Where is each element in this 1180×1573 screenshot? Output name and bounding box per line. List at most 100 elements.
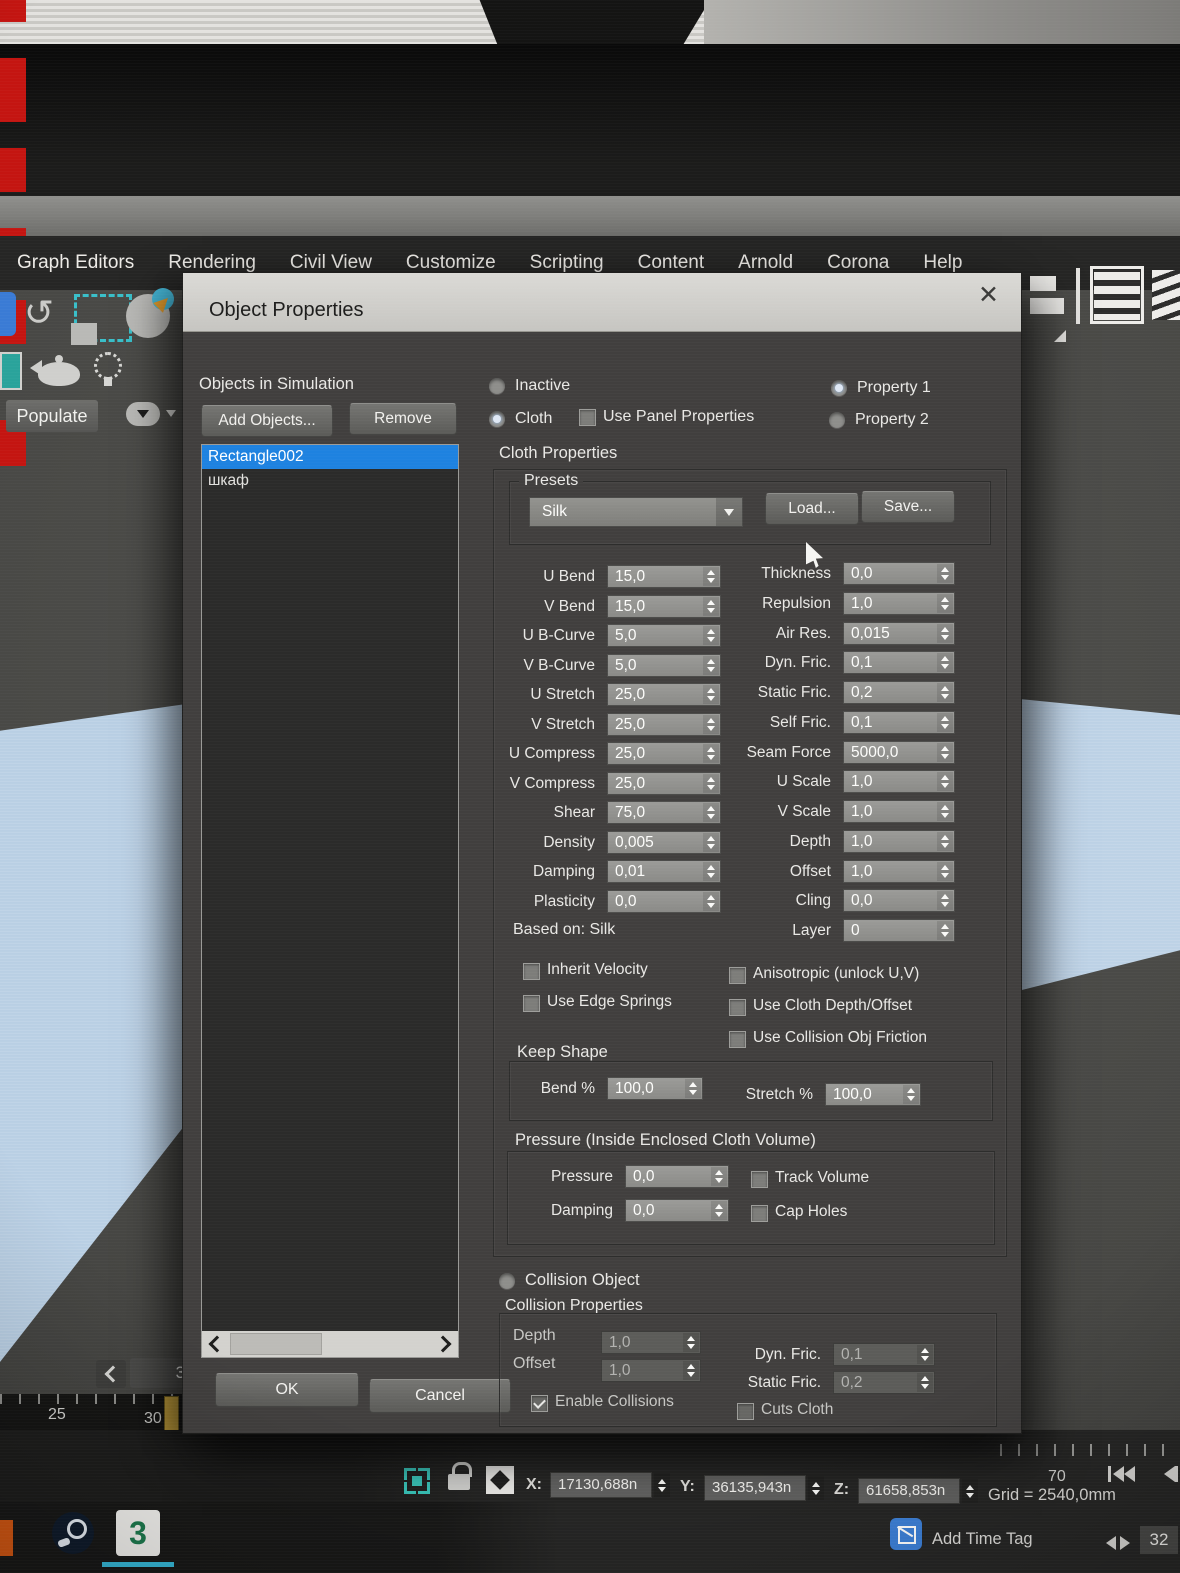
menu-item-graph-editors[interactable]: Graph Editors <box>0 252 151 274</box>
u-compress-field[interactable]: 25,0 <box>607 742 721 765</box>
property2-radio[interactable] <box>829 412 845 428</box>
spinner[interactable] <box>711 1201 727 1220</box>
spinner[interactable] <box>711 1167 727 1186</box>
thickness-field[interactable]: 0,0 <box>843 562 955 585</box>
spinner[interactable] <box>703 744 719 763</box>
damping-field[interactable]: 0,01 <box>607 860 721 883</box>
collision-depth-field[interactable]: 1,0 <box>601 1331 701 1354</box>
spinner[interactable] <box>703 626 719 645</box>
air-res-field[interactable]: 0,015 <box>843 622 955 645</box>
spinner[interactable] <box>937 564 953 583</box>
enable-collisions-checkbox[interactable] <box>531 1395 548 1412</box>
use-panel-properties-checkbox[interactable] <box>579 409 596 426</box>
collision-object-radio[interactable] <box>499 1273 515 1289</box>
anisotropic-checkbox[interactable] <box>729 967 746 984</box>
presets-dropdown[interactable]: Silk <box>529 497 743 527</box>
scroll-left-button[interactable] <box>202 1331 228 1357</box>
scene-explorer-icon[interactable] <box>1090 266 1144 324</box>
toolbar-panel-icon[interactable] <box>1030 298 1064 314</box>
spinner[interactable] <box>703 656 719 675</box>
list-horizontal-scrollbar[interactable] <box>202 1331 458 1357</box>
cling-field[interactable]: 0,0 <box>843 889 955 912</box>
inactive-radio[interactable] <box>489 378 505 394</box>
seam-force-field[interactable]: 5000,0 <box>843 741 955 764</box>
selection-region-icon[interactable] <box>71 294 132 345</box>
3dsmax-taskbar-icon[interactable]: 3 <box>116 1510 160 1556</box>
go-to-start-button[interactable] <box>1108 1466 1135 1482</box>
u-bcurve-field[interactable]: 5,0 <box>607 624 721 647</box>
offset-field[interactable]: 1,0 <box>843 860 955 883</box>
spinner[interactable] <box>937 772 953 791</box>
scrollbar-track[interactable] <box>228 1331 432 1357</box>
key-step-toggle[interactable] <box>1106 1536 1130 1550</box>
spinner[interactable] <box>703 597 719 616</box>
close-icon[interactable]: ✕ <box>978 283 999 308</box>
render-setup-icon[interactable] <box>0 352 22 390</box>
v-stretch-field[interactable]: 25,0 <box>607 713 721 736</box>
density-field[interactable]: 0,005 <box>607 831 721 854</box>
scrollbar-thumb[interactable] <box>230 1333 322 1355</box>
isolate-selection-cube-icon[interactable] <box>890 1518 922 1550</box>
spinner[interactable] <box>937 594 953 613</box>
spinner[interactable] <box>683 1333 699 1352</box>
use-edge-springs-checkbox[interactable] <box>523 995 540 1012</box>
spinner[interactable] <box>703 892 719 911</box>
add-time-tag[interactable]: Add Time Tag <box>932 1530 1033 1549</box>
redo-icon[interactable]: ↻ <box>24 292 54 334</box>
layer-field[interactable]: 0 <box>843 919 955 942</box>
x-coordinate-field[interactable]: 17130,688n <box>550 1472 652 1498</box>
collision-static-fric-field[interactable]: 0,2 <box>833 1371 935 1394</box>
list-item-shkaf[interactable]: шкаф <box>202 469 458 493</box>
list-item-rectangle002[interactable]: Rectangle002 <box>202 445 458 469</box>
use-cloth-depth-offset-checkbox[interactable] <box>729 999 746 1016</box>
add-objects-button[interactable]: Add Objects... <box>201 405 333 437</box>
spinner[interactable] <box>937 743 953 762</box>
collision-dyn-fric-field[interactable]: 0,1 <box>833 1343 935 1366</box>
u-scale-field[interactable]: 1,0 <box>843 770 955 793</box>
selection-lock-icon[interactable] <box>448 1474 470 1490</box>
flyout-caret-icon[interactable] <box>166 410 176 417</box>
plasticity-field[interactable]: 0,0 <box>607 890 721 913</box>
populate-flyout-button[interactable] <box>126 402 160 426</box>
shear-field[interactable]: 75,0 <box>607 801 721 824</box>
timeline-prev-button[interactable] <box>96 1360 126 1388</box>
self-fric-field[interactable]: 0,1 <box>843 711 955 734</box>
spinner[interactable] <box>685 1079 701 1098</box>
spinner[interactable] <box>903 1085 919 1104</box>
v-bend-field[interactable]: 15,0 <box>607 595 721 618</box>
spinner[interactable] <box>937 891 953 910</box>
spinner[interactable] <box>703 685 719 704</box>
y-coordinate-field[interactable]: 36135,943n <box>704 1475 806 1501</box>
remove-button[interactable]: Remove <box>349 403 457 435</box>
depth-field[interactable]: 1,0 <box>843 830 955 853</box>
render-production-teapot-icon[interactable] <box>38 362 80 386</box>
pressure-damping-field[interactable]: 0,0 <box>625 1199 729 1222</box>
select-and-manipulate-icon[interactable] <box>126 288 174 338</box>
property1-radio[interactable] <box>831 380 847 396</box>
spinner[interactable] <box>937 713 953 732</box>
spinner[interactable] <box>937 683 953 702</box>
x-spinner[interactable] <box>654 1473 670 1497</box>
menu-item-content[interactable]: Content <box>621 252 722 274</box>
absolute-mode-transform-icon[interactable] <box>486 1466 514 1494</box>
repulsion-field[interactable]: 1,0 <box>843 592 955 615</box>
scroll-right-button[interactable] <box>432 1331 458 1357</box>
spinner[interactable] <box>937 832 953 851</box>
spinner[interactable] <box>937 802 953 821</box>
selection-lock-brackets-icon[interactable] <box>404 1468 430 1494</box>
layer-manager-icon[interactable] <box>1148 266 1180 324</box>
menu-item-help[interactable]: Help <box>906 252 979 274</box>
ok-button[interactable]: OK <box>215 1373 359 1407</box>
cloth-radio[interactable] <box>489 411 505 427</box>
steam-icon[interactable] <box>52 1512 94 1554</box>
stretch-percent-field[interactable]: 100,0 <box>825 1083 921 1106</box>
dyn-fric-field[interactable]: 0,1 <box>843 651 955 674</box>
select-tool-icon[interactable] <box>0 292 16 336</box>
spinner[interactable] <box>703 567 719 586</box>
timeline-ruler-right[interactable] <box>1000 1444 1180 1470</box>
menu-item-scripting[interactable]: Scripting <box>513 252 621 274</box>
cancel-button[interactable]: Cancel <box>369 1379 511 1413</box>
toolbar-panel-icon[interactable] <box>1030 276 1056 291</box>
taskbar-app-icon-partial[interactable] <box>0 1520 13 1556</box>
spinner[interactable] <box>703 715 719 734</box>
